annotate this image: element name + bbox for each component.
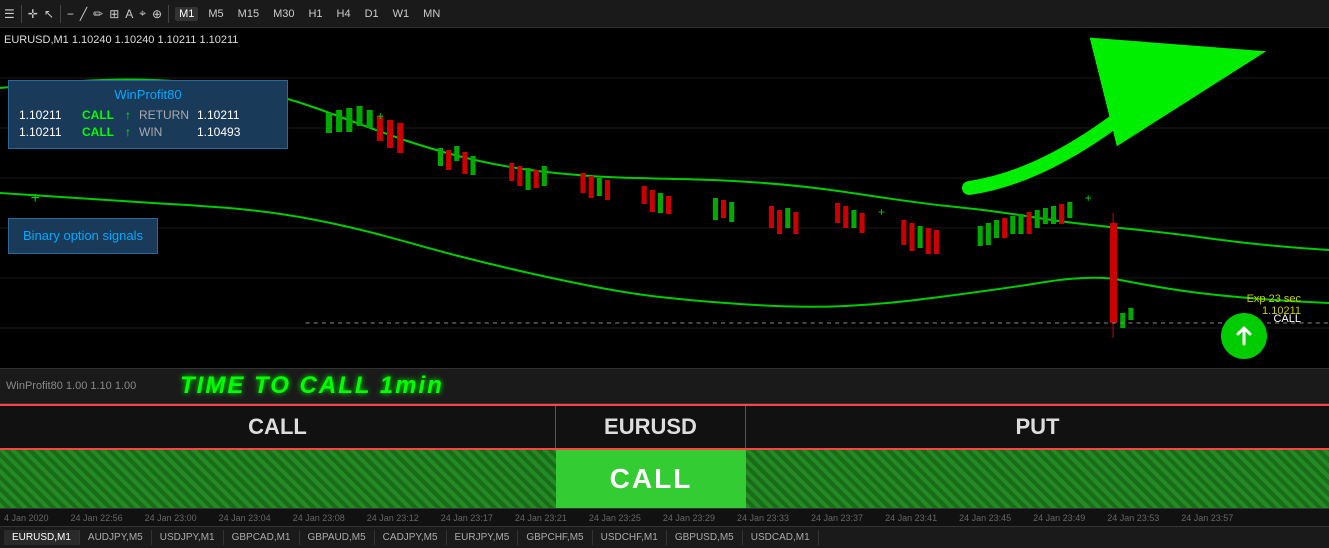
time-tick-16: 24 Jan 23:57 (1181, 513, 1233, 523)
divider-2 (60, 5, 61, 23)
winprofit-panel: WinProfit80 1.10211 CALL ↑ RETURN 1.1021… (8, 80, 288, 149)
svg-text:+: + (878, 205, 885, 219)
time-tick-2: 24 Jan 23:00 (145, 513, 197, 523)
tab-gbpusd-m5[interactable]: GBPUSD,M5 (667, 530, 743, 545)
signal-row-2: 1.10211 CALL ↑ WIN 1.10493 (19, 125, 277, 139)
time-tick-0: 4 Jan 2020 (4, 513, 49, 523)
cursor-tool[interactable]: ✛ (28, 7, 38, 21)
signal2-price: 1.10211 (19, 125, 74, 139)
tf-m5[interactable]: M5 (204, 7, 227, 21)
time-tick-10: 24 Jan 23:33 (737, 513, 789, 523)
time-to-call-banner: WinProfit80 1.00 1.10 1.00 TIME TO CALL … (0, 368, 1329, 404)
tf-w1[interactable]: W1 (389, 7, 414, 21)
chart-container: + + + + EURUSD,M1 1.10240 1.10240 1.1021… (0, 28, 1329, 368)
call-button-center[interactable]: CALL (556, 450, 746, 508)
signal1-label: RETURN (139, 108, 189, 122)
time-axis: 4 Jan 2020 24 Jan 22:56 24 Jan 23:00 24 … (0, 508, 1329, 526)
tab-eurusd-m1[interactable]: EURUSD,M1 (4, 530, 80, 545)
tf-m15[interactable]: M15 (234, 7, 263, 21)
time-tick-14: 24 Jan 23:49 (1033, 513, 1085, 523)
signal1-value: 1.10211 (197, 108, 240, 122)
pencil-tool[interactable]: ✏ (93, 7, 103, 21)
time-tick-7: 24 Jan 23:21 (515, 513, 567, 523)
tab-cadjpy-m5[interactable]: CADJPY,M5 (375, 530, 447, 545)
time-tick-6: 24 Jan 23:17 (441, 513, 493, 523)
price-label: EURUSD,M1 1.10240 1.10240 1.10211 1.1021… (4, 34, 238, 46)
call-signal-label: CALL (1273, 313, 1301, 325)
svg-text:+: + (31, 189, 41, 207)
tab-usdjpy-m1[interactable]: USDJPY,M1 (152, 530, 224, 545)
call-action-cell[interactable]: CALL (0, 406, 556, 448)
line-tool[interactable]: ╱ (80, 7, 87, 21)
time-tick-5: 24 Jan 23:12 (367, 513, 419, 523)
tab-usdcad-m1[interactable]: USDCAD,M1 (743, 530, 819, 545)
tf-h1[interactable]: H1 (304, 7, 326, 21)
signal2-arrow: ↑ (125, 125, 131, 139)
tab-gbpchf-m5[interactable]: GBPCHF,M5 (518, 530, 592, 545)
time-tick-1: 24 Jan 22:56 (71, 513, 123, 523)
banner-left-info: WinProfit80 1.00 1.10 1.00 (6, 380, 136, 392)
tab-audjpy-m5[interactable]: AUDJPY,M5 (80, 530, 152, 545)
call-button-row: CALL (0, 450, 1329, 508)
time-tick-3: 24 Jan 23:04 (219, 513, 271, 523)
tab-eurjpy-m5[interactable]: EURJPY,M5 (447, 530, 519, 545)
time-tick-15: 24 Jan 23:53 (1107, 513, 1159, 523)
toolbar: ☰ ✛ ↖ − ╱ ✏ ⊞ A ⌖ ⊕ M1 M5 M15 M30 H1 H4 … (0, 0, 1329, 28)
measure-tool[interactable]: ⌖ (139, 6, 146, 21)
tab-gbpcad-m1[interactable]: GBPCAD,M1 (224, 530, 300, 545)
svg-text:+: + (377, 109, 384, 123)
signal1-arrow: ↑ (125, 108, 131, 122)
extra-tool[interactable]: ⊕ (152, 7, 162, 21)
signal1-price: 1.10211 (19, 108, 74, 122)
time-tick-8: 24 Jan 23:25 (589, 513, 641, 523)
text-icon[interactable]: A (125, 7, 133, 21)
signal2-call: CALL (82, 125, 117, 139)
call-button-left-pattern[interactable] (0, 450, 556, 508)
time-to-call-text: TIME TO CALL 1min (180, 372, 444, 400)
time-tick-12: 24 Jan 23:41 (885, 513, 937, 523)
call-circle (1221, 313, 1267, 359)
divider-1 (21, 5, 22, 23)
symbol-action-cell: EURUSD (556, 406, 746, 448)
tf-m1[interactable]: M1 (175, 7, 198, 21)
time-tick-9: 24 Jan 23:29 (663, 513, 715, 523)
signal1-call: CALL (82, 108, 117, 122)
tf-mn[interactable]: MN (419, 7, 444, 21)
time-tick-13: 24 Jan 23:45 (959, 513, 1011, 523)
signal2-label: WIN (139, 125, 189, 139)
text-tool[interactable]: ⊞ (109, 7, 119, 21)
tf-h4[interactable]: H4 (333, 7, 355, 21)
put-action-cell[interactable]: PUT (746, 406, 1329, 448)
time-tick-4: 24 Jan 23:08 (293, 513, 345, 523)
call-button-right-pattern[interactable] (746, 450, 1329, 508)
minus-tool[interactable]: − (67, 7, 74, 21)
toolbar-icon-1[interactable]: ☰ (4, 7, 15, 21)
tf-d1[interactable]: D1 (361, 7, 383, 21)
divider-3 (168, 5, 169, 23)
chart-svg: + + + + (0, 28, 1329, 368)
action-row: CALL EURUSD PUT (0, 404, 1329, 450)
arrow-tool[interactable]: ↖ (44, 7, 54, 21)
svg-text:+: + (1085, 191, 1092, 205)
tf-m30[interactable]: M30 (269, 7, 298, 21)
up-arrow-icon (1232, 324, 1256, 348)
winprofit-title: WinProfit80 (19, 87, 277, 102)
time-tick-11: 24 Jan 23:37 (811, 513, 863, 523)
signal2-value: 1.10493 (197, 125, 240, 139)
signal-row-1: 1.10211 CALL ↑ RETURN 1.10211 (19, 108, 277, 122)
binary-signals: Binary option signals (8, 218, 158, 254)
tab-gbpaud-m5[interactable]: GBPAUD,M5 (300, 530, 375, 545)
symbol-tabs: EURUSD,M1 AUDJPY,M5 USDJPY,M1 GBPCAD,M1 … (0, 526, 1329, 548)
tab-usdchf-m1[interactable]: USDCHF,M1 (593, 530, 667, 545)
call-button-label: CALL (610, 463, 693, 495)
